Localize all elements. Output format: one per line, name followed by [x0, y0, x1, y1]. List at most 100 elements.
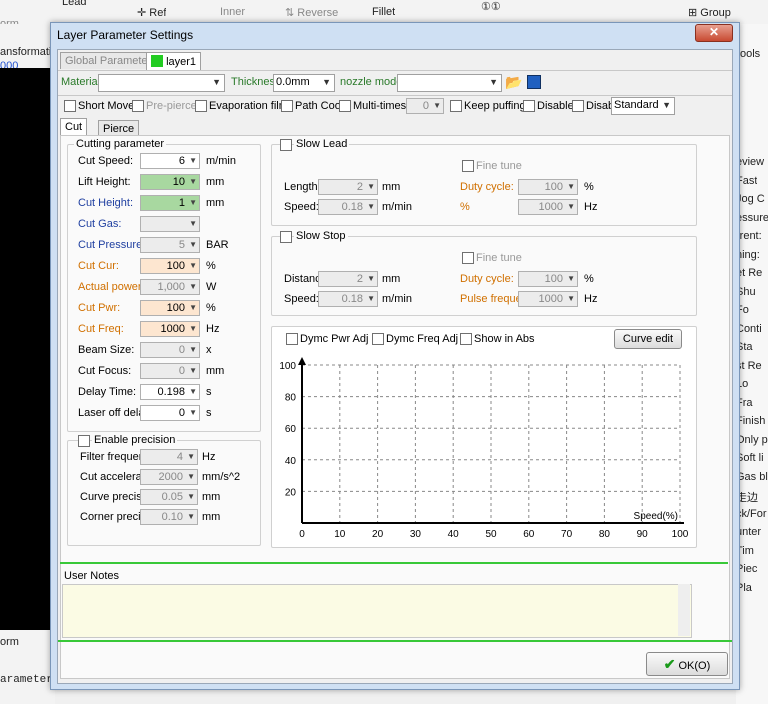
ok-button[interactable]: ✔ OK(O): [646, 652, 728, 676]
laser-off-delay-input[interactable]: 0 ▼: [140, 405, 200, 421]
right-panel-item[interactable]: eview: [736, 156, 764, 168]
cut-focus-input[interactable]: 0 ▼: [140, 363, 200, 379]
slow-stop-duty-label: Duty cycle:: [460, 273, 514, 285]
slow-stop-speed-label: Speed:: [284, 293, 319, 305]
nozzle-select[interactable]: ▼: [397, 74, 502, 92]
right-panel-item[interactable]: Jog C: [736, 193, 765, 205]
cut-focus-unit: mm: [206, 365, 225, 377]
slow-stop-duty-input[interactable]: 100 ▼: [518, 271, 578, 287]
slow-lead-group: Slow Lead Fine tune Length: 2 ▼ mm Speed:…: [271, 138, 697, 226]
beam-size-unit: x: [206, 344, 212, 356]
slow-stop-speed-unit: m/min: [382, 293, 412, 305]
user-notes-input[interactable]: [62, 584, 692, 638]
tab-global-parameter[interactable]: Global Parameter: [60, 52, 157, 69]
lift-height-input[interactable]: 10 ▼: [140, 174, 200, 190]
right-panel-item[interactable]: essure: [736, 212, 768, 224]
open-folder-icon[interactable]: 📂: [505, 74, 522, 91]
precision-2-input[interactable]: 0.05 ▼: [140, 489, 198, 505]
mode-select[interactable]: Standard ▼: [611, 97, 675, 115]
slow-stop-fine-tune-checkbox[interactable]: [462, 252, 474, 264]
close-button[interactable]: ✕: [695, 24, 733, 42]
right-panel-item[interactable]: Gas bl: [736, 471, 768, 483]
slow-stop-speed-input[interactable]: 0.18 ▼: [318, 291, 378, 307]
right-panel-item[interactable]: Soft li: [736, 452, 764, 464]
x-tick-label: 70: [561, 529, 573, 540]
thickness-select[interactable]: 0.0mm ▼: [273, 74, 335, 92]
dialog-titlebar[interactable]: Layer Parameter Settings ✕: [51, 23, 739, 47]
cut-pwr-input[interactable]: 100 ▼: [140, 300, 200, 316]
speed-curve-chart[interactable]: 0 10 20 30 40 50 60 70 80 90 100 20 40 60 80 100 Speed(%…: [272, 351, 696, 545]
dialog-client: Global Parameter layer1 Material: ▼ Thic…: [57, 49, 733, 684]
cut-speed-input[interactable]: 6 ▼: [140, 153, 200, 169]
save-icon[interactable]: [527, 75, 541, 89]
material-toolbar: Material: ▼ Thickness: 0.0mm ▼ nozzle mod…: [58, 70, 732, 96]
cut-pressure-label: Cut Pressure:: [78, 239, 146, 251]
canvas-area[interactable]: [0, 68, 52, 630]
cut-freq-input[interactable]: 1000 ▼: [140, 321, 200, 337]
right-panel-item[interactable]: Only p: [736, 434, 768, 446]
reverse-tool[interactable]: ⇅ Reverse: [285, 6, 338, 19]
lead-tool[interactable]: Lead: [62, 0, 86, 8]
evaporation-checkbox[interactable]: [195, 100, 207, 112]
slow-stop-fine-tune-label: Fine tune: [476, 252, 522, 264]
pre-pierce-checkbox[interactable]: [132, 100, 144, 112]
delay-time-unit: s: [206, 386, 212, 398]
delay-time-input[interactable]: 0.198 ▼: [140, 384, 200, 400]
slow-lead-length-input[interactable]: 2 ▼: [318, 179, 378, 195]
actual-power-unit: W: [206, 281, 217, 293]
y-tick-label: 80: [285, 393, 297, 404]
material-select[interactable]: ▼: [98, 74, 225, 92]
keep-puffing-checkbox[interactable]: [450, 100, 462, 112]
slow-stop-checkbox[interactable]: [280, 231, 292, 243]
ref-tool[interactable]: ✛ Ref: [137, 6, 166, 19]
dymc-freq-checkbox[interactable]: [372, 333, 384, 345]
enable-precision-checkbox[interactable]: [78, 435, 90, 447]
tab-cut[interactable]: Cut: [60, 118, 88, 135]
beam-size-input[interactable]: 0 ▼: [140, 342, 200, 358]
multi-times-checkbox[interactable]: [339, 100, 351, 112]
disable-checkbox[interactable]: [523, 100, 535, 112]
cut-freq-unit: Hz: [206, 323, 220, 335]
slow-lead-freq-input[interactable]: 1000 ▼: [518, 199, 578, 215]
right-panel-item[interactable]: Finish: [736, 415, 765, 427]
cut-pressure-input[interactable]: 5 ▼: [140, 237, 200, 253]
multi-times-value[interactable]: 0 ▼: [406, 98, 444, 114]
precision-0-input[interactable]: 4 ▼: [140, 449, 198, 465]
cutting-parameter-title: Cutting parameter: [74, 138, 167, 150]
cut-cur-input[interactable]: 100 ▼: [140, 258, 200, 274]
y-tick-label: 20: [285, 487, 297, 498]
fillet-tool[interactable]: Fillet: [372, 6, 395, 18]
actual-power-input[interactable]: 1,000 ▼: [140, 279, 200, 295]
y-tick-label: 100: [279, 361, 296, 372]
precision-3-label: Corner precisi: [80, 511, 149, 523]
show-abs-label: Show in Abs: [474, 333, 535, 345]
cut-cur-label: Cut Cur:: [78, 260, 119, 272]
x-tick-label: 80: [599, 529, 611, 540]
dymc-pwr-checkbox[interactable]: [286, 333, 298, 345]
curve-edit-button[interactable]: Curve edit: [614, 329, 682, 349]
slow-lead-speed-input[interactable]: 0.18 ▼: [318, 199, 378, 215]
user-notes-scrollbar[interactable]: [678, 584, 690, 636]
tab-layer1[interactable]: layer1: [146, 52, 202, 70]
slow-lead-fine-tune-checkbox[interactable]: [462, 160, 474, 172]
y-tick-label: 60: [285, 424, 297, 435]
show-abs-checkbox[interactable]: [460, 333, 472, 345]
cut-height-input[interactable]: 1 ▼: [140, 195, 200, 211]
group-tool[interactable]: ⊞ Group: [688, 6, 731, 19]
precision-1-input[interactable]: 2000 ▼: [140, 469, 198, 485]
cut-height-label: Cut Height:: [78, 197, 134, 209]
slow-lead-checkbox[interactable]: [280, 139, 292, 151]
precision-0-unit: Hz: [202, 451, 216, 463]
precision-3-input[interactable]: 0.10 ▼: [140, 509, 198, 525]
disable2-checkbox[interactable]: [572, 100, 584, 112]
slow-lead-duty-input[interactable]: 100 ▼: [518, 179, 578, 195]
path-cool-checkbox[interactable]: [281, 100, 293, 112]
short-move-checkbox[interactable]: [64, 100, 76, 112]
slow-lead-speed-label: Speed:: [284, 201, 319, 213]
slow-stop-distance-input[interactable]: 2 ▼: [318, 271, 378, 287]
slow-stop-freq-input[interactable]: 1000 ▼: [518, 291, 578, 307]
right-panel-item[interactable]: ck/For: [736, 508, 767, 520]
actual-power-label: Actual power:: [78, 281, 145, 293]
cut-gas-input[interactable]: ▼: [140, 216, 200, 232]
inner-tool[interactable]: Inner: [220, 6, 245, 18]
